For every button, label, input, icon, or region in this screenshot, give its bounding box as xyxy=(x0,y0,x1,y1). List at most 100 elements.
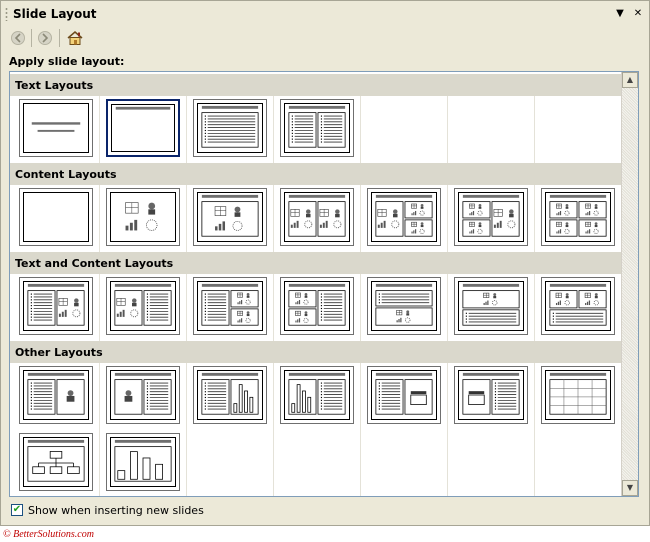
layout-title-and-diagram[interactable] xyxy=(19,433,93,491)
slide-preview xyxy=(197,281,263,331)
copyright-text: © BetterSolutions.com xyxy=(3,529,94,540)
back-arrow-icon xyxy=(11,31,25,45)
layout-title-only[interactable] xyxy=(106,99,180,157)
slide-preview xyxy=(23,103,89,153)
slide-preview xyxy=(284,281,350,331)
layout-gallery: Text Layouts Content Layouts Text and Cont… xyxy=(9,71,639,497)
layout-diagram-icon xyxy=(462,194,520,237)
slide-preview xyxy=(284,192,350,242)
layout-diagram-icon xyxy=(375,194,433,237)
layout-diagram-icon xyxy=(115,106,171,110)
nav-separator xyxy=(59,29,60,47)
layout-diagram-icon xyxy=(549,283,607,326)
layout-title-content-over-text[interactable] xyxy=(454,277,528,335)
home-icon xyxy=(67,31,83,45)
close-icon[interactable]: ✕ xyxy=(631,6,645,22)
grip-handle-icon[interactable] xyxy=(5,7,8,21)
section-header: Text Layouts xyxy=(10,74,622,96)
section-header: Content Layouts xyxy=(10,163,622,185)
layout-diagram-icon xyxy=(114,283,172,326)
layout-diagram-icon xyxy=(114,372,172,415)
layout-diagram-icon xyxy=(201,372,259,415)
forward-arrow-icon xyxy=(38,31,52,45)
slide-preview xyxy=(111,104,175,152)
forward-button[interactable] xyxy=(34,28,56,48)
slide-preview xyxy=(458,192,524,242)
slide-preview xyxy=(197,103,263,153)
layout-content[interactable] xyxy=(106,188,180,246)
layout-title-content-and-2-content[interactable] xyxy=(367,188,441,246)
slide-preview xyxy=(458,281,524,331)
layout-title-clip-art-and-text[interactable] xyxy=(106,366,180,424)
layout-title-and-2-content[interactable] xyxy=(280,188,354,246)
section-header: Other Layouts xyxy=(10,341,622,363)
layout-diagram-icon xyxy=(288,105,346,148)
slide-preview xyxy=(545,281,611,331)
layout-diagram-icon xyxy=(31,122,81,132)
layout-diagram-icon xyxy=(288,372,346,415)
layout-diagram-icon xyxy=(462,372,520,415)
layout-title-2-content-over-text[interactable] xyxy=(541,277,615,335)
layout-title-chart-and-text[interactable] xyxy=(280,366,354,424)
gallery-column-divider xyxy=(99,96,100,496)
scroll-up-arrow-icon[interactable]: ▲ xyxy=(622,72,638,88)
layout-title-and-chart[interactable] xyxy=(106,433,180,491)
layout-diagram-icon xyxy=(462,283,520,326)
gallery-column-divider xyxy=(273,96,274,496)
slide-preview xyxy=(110,437,176,487)
navigation-bar xyxy=(5,28,89,48)
gallery-column-divider xyxy=(447,96,448,496)
slide-preview xyxy=(371,370,437,420)
slide-preview xyxy=(23,437,89,487)
slide-preview xyxy=(545,370,611,420)
pane-titlebar: Slide Layout ▼ ✕ xyxy=(1,5,649,25)
layout-title-media-clip-and-text[interactable] xyxy=(454,366,528,424)
layout-title-2-content-and-text[interactable] xyxy=(280,277,354,335)
layout-title-text-and-clip-art[interactable] xyxy=(19,366,93,424)
slide-layout-pane: Slide Layout ▼ ✕ Apply slide layout: Tex… xyxy=(0,0,650,526)
layout-diagram-icon xyxy=(549,194,607,237)
layout-title-content-and-text[interactable] xyxy=(106,277,180,335)
layout-title-and-2-column-text[interactable] xyxy=(280,99,354,157)
slide-preview xyxy=(110,281,176,331)
vertical-scrollbar[interactable]: ▲ ▼ xyxy=(621,72,638,496)
layout-blank[interactable] xyxy=(19,188,93,246)
layout-diagram-icon xyxy=(288,194,346,237)
dropdown-arrow-icon[interactable]: ▼ xyxy=(613,6,627,22)
layout-diagram-icon xyxy=(27,439,85,482)
layout-diagram-icon xyxy=(201,194,259,237)
slide-preview xyxy=(110,370,176,420)
layout-diagram-icon xyxy=(201,105,259,148)
scroll-track[interactable] xyxy=(622,88,638,480)
layout-title-text-and-chart[interactable] xyxy=(193,366,267,424)
layout-title-slide[interactable] xyxy=(19,99,93,157)
slide-preview xyxy=(284,370,350,420)
slide-preview xyxy=(458,370,524,420)
scroll-down-arrow-icon[interactable]: ▼ xyxy=(622,480,638,496)
show-when-inserting-checkbox[interactable]: ✔ xyxy=(11,504,23,516)
layout-diagram-icon xyxy=(288,283,346,326)
layout-diagram-icon xyxy=(114,439,172,482)
layout-title-and-content[interactable] xyxy=(193,188,267,246)
layout-title-and-table[interactable] xyxy=(541,366,615,424)
layout-grid: Text Layouts Content Layouts Text and Cont… xyxy=(10,72,622,496)
home-button[interactable] xyxy=(63,28,87,48)
layout-title-text-and-2-content[interactable] xyxy=(193,277,267,335)
layout-diagram-icon xyxy=(125,202,158,231)
slide-preview xyxy=(197,370,263,420)
show-when-inserting-label: Show when inserting new slides xyxy=(28,504,204,517)
slide-preview xyxy=(371,281,437,331)
layout-diagram-icon xyxy=(375,283,433,326)
layout-diagram-icon xyxy=(375,372,433,415)
layout-title-text-over-content[interactable] xyxy=(367,277,441,335)
gallery-column-divider xyxy=(360,96,361,496)
nav-separator xyxy=(31,29,32,47)
layout-title-text-and-media-clip[interactable] xyxy=(367,366,441,424)
back-button[interactable] xyxy=(7,28,29,48)
layout-title-and-text[interactable] xyxy=(193,99,267,157)
layout-title-2-content-and-content[interactable] xyxy=(454,188,528,246)
layout-title-text-and-content[interactable] xyxy=(19,277,93,335)
layout-title-and-4-content[interactable] xyxy=(541,188,615,246)
slide-preview xyxy=(545,192,611,242)
slide-preview xyxy=(197,192,263,242)
